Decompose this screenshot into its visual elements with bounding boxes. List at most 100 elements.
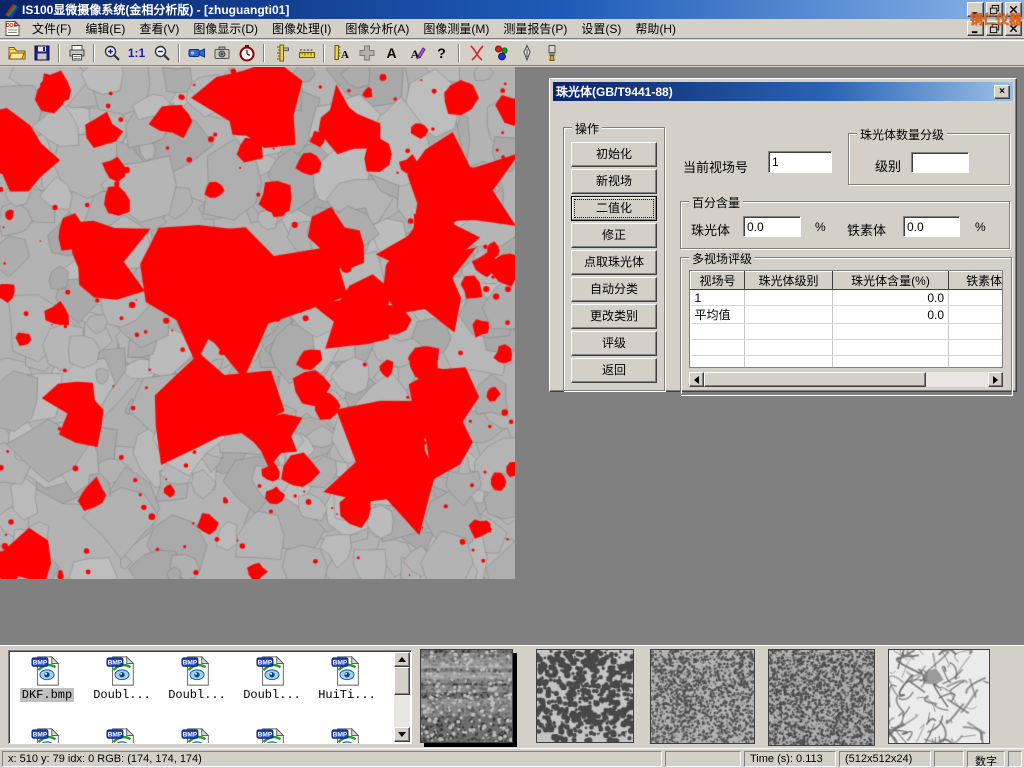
percent-sign: %: [815, 220, 826, 234]
menu-help[interactable]: 帮助(H): [628, 18, 683, 39]
file-item[interactable]: Doubl...: [161, 655, 233, 702]
status-mode: 数字: [967, 751, 1005, 767]
percent-legend: 百分含量: [689, 194, 743, 211]
init-button[interactable]: 初始化: [571, 142, 657, 167]
close-button[interactable]: [1005, 2, 1022, 17]
open-button[interactable]: [4, 42, 29, 64]
scroll-up-button[interactable]: [394, 652, 410, 667]
toolbar-separator: [93, 44, 95, 62]
ferrite-percent-input[interactable]: [903, 216, 960, 237]
toolbar-separator: [323, 44, 325, 62]
auto-classify-button[interactable]: 自动分类: [571, 277, 657, 302]
text-tool-button[interactable]: A: [379, 42, 404, 64]
file-item-partial[interactable]: [236, 727, 308, 744]
menu-measure-report[interactable]: 测量报告(P): [496, 18, 574, 39]
table-horizontal-scrollbar[interactable]: [689, 372, 1003, 387]
window-title: IS100显微摄像系统(金相分析版) - [zhuguangti01]: [22, 1, 289, 18]
thumbnail-3[interactable]: [650, 649, 755, 744]
menu-image-measure[interactable]: 图像测量(M): [416, 18, 496, 39]
new-field-button[interactable]: 新视场: [571, 169, 657, 194]
menu-file[interactable]: 文件(F): [25, 18, 78, 39]
title-bar: IS100显微摄像系统(金相分析版) - [zhuguangti01]: [0, 0, 1024, 19]
help-button[interactable]: ?: [429, 42, 454, 64]
change-class-button[interactable]: 更改类别: [571, 304, 657, 329]
table-row[interactable]: [691, 324, 1004, 340]
save-button[interactable]: [29, 42, 54, 64]
scroll-right-icon: [993, 376, 998, 384]
col-pearlite-content[interactable]: 珠光体含量(%): [833, 272, 949, 290]
pearlite-percent-input[interactable]: [743, 216, 801, 237]
curve-tool-button[interactable]: [464, 42, 489, 64]
minimize-button[interactable]: [967, 2, 984, 17]
col-field-number[interactable]: 视场号: [691, 272, 745, 290]
scroll-left-button[interactable]: [689, 372, 704, 387]
menu-image-analysis[interactable]: 图像分析(A): [338, 18, 416, 39]
actual-size-button[interactable]: 1:1: [124, 42, 149, 64]
cell-ferrite: [949, 290, 1004, 306]
file-item[interactable]: Doubl...: [86, 655, 158, 702]
dialog-title-bar[interactable]: 珠光体(GB/T9441-88) ×: [553, 82, 1013, 101]
bmp-file-icon: [181, 655, 213, 687]
scrollbar-thumb[interactable]: [394, 667, 410, 695]
thumbnail-4[interactable]: [768, 649, 875, 746]
annotate-tool-button[interactable]: A: [404, 42, 429, 64]
merge-tool-button[interactable]: [354, 42, 379, 64]
return-button[interactable]: 返回: [571, 358, 657, 383]
status-position: x: 510 y: 79 idx: 0 RGB: (174, 174, 174): [2, 751, 662, 767]
scroll-down-button[interactable]: [394, 727, 410, 742]
timer-clock-button[interactable]: [234, 42, 259, 64]
mdi-close-button[interactable]: [1005, 21, 1022, 36]
file-item[interactable]: DKF.bmp: [11, 655, 83, 702]
capture-camera-button[interactable]: [209, 42, 234, 64]
phase-dots-button[interactable]: [489, 42, 514, 64]
brush-tool-button[interactable]: [539, 42, 564, 64]
table-row[interactable]: [691, 340, 1004, 356]
bmp-file-icon: [181, 727, 213, 744]
file-item[interactable]: HuiTi...: [311, 655, 383, 702]
mdi-restore-button[interactable]: [986, 21, 1003, 36]
thumbnail-5[interactable]: [888, 649, 990, 744]
pen-tool-button[interactable]: [514, 42, 539, 64]
zoom-in-button[interactable]: [99, 42, 124, 64]
col-pearlite-grade[interactable]: 珠光体级别: [745, 272, 833, 290]
table-row[interactable]: 1 0.0: [691, 290, 1004, 306]
file-item-partial[interactable]: [86, 727, 158, 744]
mdi-minimize-button[interactable]: [967, 21, 984, 36]
binarize-button[interactable]: 二值化: [571, 196, 657, 221]
correct-button[interactable]: 修正: [571, 223, 657, 248]
menu-image-processing[interactable]: 图像处理(I): [265, 18, 338, 39]
cell-ferrite: [949, 306, 1004, 324]
file-item-partial[interactable]: [11, 727, 83, 744]
bmp-file-icon: [31, 655, 63, 687]
document-icon[interactable]: DOC: [4, 20, 21, 37]
zoom-out-button[interactable]: [149, 42, 174, 64]
minimize-icon: [970, 4, 981, 15]
micrograph-image[interactable]: [0, 67, 515, 579]
file-list-scrollbar[interactable]: [394, 652, 410, 742]
scrollbar-thumb[interactable]: [704, 372, 926, 387]
thumbnail-2[interactable]: [536, 649, 634, 743]
file-item-partial[interactable]: [311, 727, 383, 744]
restore-button[interactable]: [986, 2, 1003, 17]
caliper-button[interactable]: [269, 42, 294, 64]
dialog-close-button[interactable]: ×: [994, 85, 1010, 99]
current-field-input[interactable]: [768, 151, 832, 173]
col-ferrite-content[interactable]: 铁素体含量(%): [949, 272, 1004, 290]
thumbnail-1[interactable]: [420, 649, 513, 743]
file-item-partial[interactable]: [161, 727, 233, 744]
file-item[interactable]: Doubl...: [236, 655, 308, 702]
pick-pearlite-button[interactable]: 点取珠光体: [571, 250, 657, 275]
table-row[interactable]: 平均值 0.0: [691, 306, 1004, 324]
menu-edit[interactable]: 编辑(E): [78, 18, 132, 39]
grade-button[interactable]: 评级: [571, 331, 657, 356]
table-row[interactable]: [691, 356, 1004, 369]
menu-settings[interactable]: 设置(S): [574, 18, 628, 39]
print-button[interactable]: [64, 42, 89, 64]
measure-font-button[interactable]: A: [329, 42, 354, 64]
scroll-right-button[interactable]: [988, 372, 1003, 387]
level-input[interactable]: [911, 152, 969, 173]
menu-image-display[interactable]: 图像显示(D): [186, 18, 265, 39]
menu-view[interactable]: 查看(V): [132, 18, 186, 39]
video-camera-button[interactable]: [184, 42, 209, 64]
ruler-button[interactable]: [294, 42, 319, 64]
